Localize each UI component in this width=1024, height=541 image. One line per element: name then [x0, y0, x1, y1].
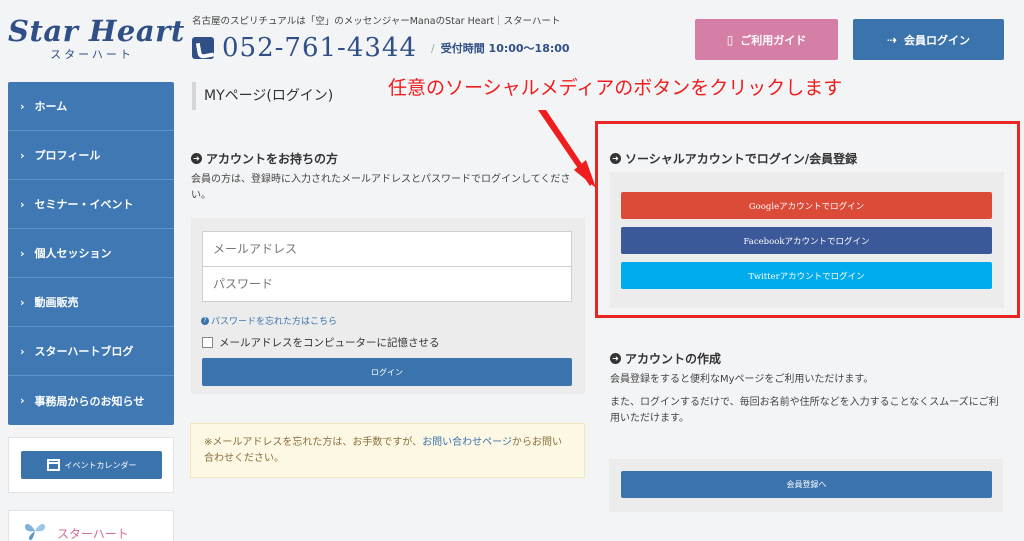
logo-main-text: Star Heart	[8, 14, 185, 48]
sign-in-icon: ⇢	[886, 32, 898, 47]
butterfly-icon	[25, 523, 45, 541]
phone-number: 052-761-4344	[222, 33, 417, 63]
logo-sub-text: スターハート	[50, 48, 134, 61]
account-section-title-text: アカウントをお持ちの方	[206, 152, 339, 166]
sidebar-nav: › ホーム › プロフィール › セミナー・イベント › 個人セッション › 動…	[8, 82, 174, 425]
book-icon: ▯	[726, 32, 734, 47]
account-description: 会員の方は、登録時に入力されたメールアドレスとパスワードでログインしてください。	[191, 174, 571, 201]
chevron-right-icon: ›	[20, 99, 25, 113]
sidebar-item-label: 事務局からのお知らせ	[34, 394, 145, 408]
create-account-title-text: アカウントの作成	[625, 352, 722, 366]
social-section-title-text: ソーシャルアカウントでログイン/会員登録	[625, 152, 858, 166]
login-button[interactable]: ログイン	[202, 358, 572, 386]
create-account-title: ➜ アカウントの作成	[610, 350, 721, 367]
sidebar-item-video[interactable]: › 動画販売	[8, 278, 174, 327]
chevron-right-icon: ›	[20, 246, 25, 260]
twitter-login-button[interactable]: Twitterアカウントでログイン	[621, 262, 992, 289]
sidebar-item-label: 動画販売	[34, 296, 79, 309]
sidebar-item-label: セミナー・イベント	[34, 198, 134, 211]
email-field[interactable]	[202, 231, 572, 267]
remember-email-option[interactable]: メールアドレスをコンピューターに記憶させる	[202, 335, 440, 350]
calendar-widget: イベントカレンダー	[8, 437, 174, 493]
forgot-password-text: パスワードを忘れた方はこちら	[211, 317, 338, 327]
chevron-right-icon: ›	[20, 148, 25, 162]
phone-icon	[192, 37, 214, 59]
social-login-box: Googleアカウントでログイン Facebookアカウントでログイン Twit…	[610, 172, 1004, 308]
event-calendar-button[interactable]: イベントカレンダー	[21, 451, 162, 479]
chevron-right-icon: ›	[20, 295, 25, 309]
sidebar-item-blog[interactable]: › スターハートブログ	[8, 327, 174, 376]
circle-arrow-right-icon: ➜	[610, 353, 621, 364]
login-form: ? パスワードを忘れた方はこちら メールアドレスをコンピューターに記憶させる ロ…	[191, 218, 585, 394]
guide-button[interactable]: ▯ ご利用ガイド	[695, 19, 838, 60]
sidebar-item-profile[interactable]: › プロフィール	[8, 131, 174, 180]
circle-arrow-right-icon: ➜	[191, 153, 202, 164]
account-section-title: ➜ アカウントをお持ちの方	[191, 150, 338, 167]
chevron-right-icon: ›	[20, 197, 25, 211]
business-hours: 受付時間 10:00～18:00	[440, 42, 570, 55]
circle-arrow-right-icon: ➜	[610, 153, 621, 164]
site-logo[interactable]: Star Heart スターハート	[8, 14, 185, 62]
social-section-title: ➜ ソーシャルアカウントでログイン/会員登録	[610, 150, 857, 167]
remember-email-label: メールアドレスをコンピューターに記憶させる	[219, 337, 440, 349]
create-account-para-2: また、ログインするだけで、毎回お名前や住所などを入力することなくスムーズにご利用…	[610, 397, 999, 424]
hours-separator: /	[431, 41, 435, 55]
phone-contact: 052-761-4344 / 受付時間 10:00～18:00	[192, 33, 570, 63]
google-login-button[interactable]: Googleアカウントでログイン	[621, 192, 992, 219]
sidebar-banner[interactable]: スターハート	[8, 510, 174, 541]
instruction-annotation: 任意のソーシャルメディアのボタンをクリックします	[388, 77, 843, 99]
email-forgot-notice: ※メールアドレスを忘れた方は、お手数ですが、お問い合わせページからお問い合わせく…	[190, 423, 585, 478]
forgot-password-link[interactable]: ? パスワードを忘れた方はこちら	[201, 314, 337, 327]
register-button[interactable]: 会員登録へ	[621, 471, 992, 498]
site-tagline: 名古屋のスピリチュアルは「空」のメッセンジャーManaのStar Heart｜ス…	[192, 16, 561, 27]
sidebar-item-home[interactable]: › ホーム	[8, 82, 174, 131]
sidebar-item-label: 個人セッション	[34, 247, 112, 260]
sidebar-item-seminar[interactable]: › セミナー・イベント	[8, 180, 174, 229]
event-calendar-label: イベントカレンダー	[64, 460, 137, 470]
chevron-right-icon: ›	[20, 394, 25, 407]
sidebar-item-label: ホーム	[34, 100, 68, 113]
chevron-right-icon: ›	[20, 344, 25, 358]
password-field[interactable]	[202, 266, 572, 302]
guide-button-label: ご利用ガイド	[740, 33, 807, 47]
sidebar-item-label: スターハートブログ	[34, 345, 134, 358]
calendar-icon	[46, 459, 60, 471]
create-account-box: 会員登録へ	[609, 459, 1003, 512]
create-account-para-1: 会員登録をすると便利なMyページをご利用いただけます。	[610, 374, 874, 385]
sidebar-item-session[interactable]: › 個人セッション	[8, 229, 174, 278]
page-title: MYページ(ログイン)	[192, 82, 333, 110]
sidebar-banner-label: スターハート	[57, 527, 129, 541]
sidebar-item-news[interactable]: › 事務局からのお知らせ	[8, 376, 174, 425]
member-login-button[interactable]: ⇢ 会員ログイン	[853, 19, 1004, 60]
remember-email-checkbox[interactable]	[202, 337, 213, 348]
member-login-label: 会員ログイン	[904, 33, 971, 47]
sidebar-item-label: プロフィール	[34, 149, 101, 162]
facebook-login-button[interactable]: Facebookアカウントでログイン	[621, 227, 992, 254]
question-circle-icon: ?	[201, 316, 209, 325]
notice-text-before: ※メールアドレスを忘れた方は、お手数ですが、	[204, 437, 423, 448]
contact-page-link[interactable]: お問い合わせページ	[422, 437, 512, 448]
